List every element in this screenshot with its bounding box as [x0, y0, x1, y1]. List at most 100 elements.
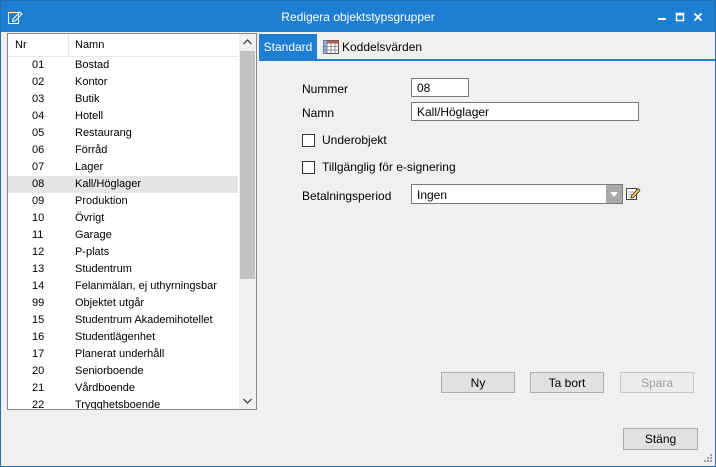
underobjekt-label: Underobjekt — [322, 133, 387, 147]
row-namn: Övrigt — [75, 212, 105, 224]
row-namn: Hotell — [75, 110, 104, 122]
list-row[interactable]: 13 Studentrum — [8, 261, 238, 278]
row-nr: 02 — [32, 76, 45, 88]
list-row[interactable]: 22 Trygghetsboende — [8, 397, 238, 410]
column-header-namn[interactable]: Namn — [75, 39, 104, 51]
list-row[interactable]: 12 P-plats — [8, 244, 238, 261]
list-row[interactable]: 11 Garage — [8, 227, 238, 244]
list-header: Nr Namn — [8, 34, 238, 57]
row-namn: Bostad — [75, 59, 110, 71]
list-row[interactable]: 17 Planerat underhåll — [8, 346, 238, 363]
list-row[interactable]: 21 Vårdboende — [8, 380, 238, 397]
row-nr: 05 — [32, 127, 45, 139]
list-row[interactable]: 10 Övrigt — [8, 210, 238, 227]
checkbox-box[interactable] — [302, 133, 315, 147]
tab-koddelsvarden-label: Koddelsvärden — [342, 39, 423, 54]
row-namn: Seniorboende — [75, 365, 144, 377]
list-row[interactable]: 02 Kontor — [8, 74, 238, 91]
tab-bar: Standard Koddelsvärden — [259, 34, 715, 61]
row-namn: Lager — [75, 161, 104, 173]
maximize-icon[interactable] — [671, 8, 689, 26]
nummer-input[interactable] — [411, 78, 469, 97]
list-row[interactable]: 15 Studentrum Akademihotellet — [8, 312, 238, 329]
column-divider — [68, 34, 69, 56]
row-nr: 21 — [32, 382, 45, 394]
column-header-nr[interactable]: Nr — [15, 39, 27, 51]
row-nr: 08 — [32, 178, 45, 190]
underobjekt-checkbox[interactable]: Underobjekt — [302, 133, 387, 147]
spara-button: Spara — [620, 372, 694, 393]
row-namn: Felanmälan, ej uthyrningsbar — [75, 280, 217, 292]
list-row[interactable]: 99 Objektet utgår — [8, 295, 238, 312]
list-row[interactable]: 07 Lager — [8, 159, 238, 176]
row-namn: Kall/Höglager — [75, 178, 142, 190]
row-nr: 01 — [32, 59, 45, 71]
list-row[interactable]: 20 Seniorboende — [8, 363, 238, 380]
window-title: Redigera objektstypsgrupper — [281, 10, 435, 24]
row-nr: 99 — [32, 297, 45, 309]
stang-button[interactable]: Stäng — [623, 428, 698, 450]
row-nr: 15 — [32, 314, 45, 326]
row-namn: P-plats — [75, 246, 110, 258]
nummer-label: Nummer — [302, 82, 349, 96]
list-row[interactable]: 14 Felanmälan, ej uthyrningsbar — [8, 278, 238, 295]
betalningsperiod-label: Betalningsperiod — [302, 189, 392, 203]
list-rows: 01 Bostad 02 Kontor 03 Butik 04 Hotell 05 Restaur… — [8, 57, 238, 410]
betalningsperiod-select[interactable]: Ingen — [411, 184, 623, 204]
checkbox-box[interactable] — [302, 160, 315, 174]
tab-koddelsvarden[interactable]: Koddelsvärden — [321, 34, 433, 59]
list-row[interactable]: 06 Förråd — [8, 142, 238, 159]
row-nr: 07 — [32, 161, 45, 173]
title-bar[interactable]: Redigera objektstypsgrupper — [1, 1, 715, 32]
table-grid-icon — [323, 39, 339, 54]
row-namn: Restaurang — [75, 127, 132, 139]
row-namn: Planerat underhåll — [75, 348, 165, 360]
row-namn: Garage — [75, 229, 112, 241]
list-row[interactable]: 08 Kall/Höglager — [8, 176, 238, 193]
resize-grip-icon[interactable] — [701, 451, 713, 463]
row-nr: 09 — [32, 195, 45, 207]
row-nr: 06 — [32, 144, 45, 156]
ny-button[interactable]: Ny — [441, 372, 515, 393]
scroll-up-icon[interactable] — [239, 34, 256, 50]
edit-betalningsperiod-icon[interactable] — [625, 185, 641, 201]
chevron-down-icon[interactable] — [606, 185, 622, 203]
list-row[interactable]: 03 Butik — [8, 91, 238, 108]
row-nr: 22 — [32, 399, 45, 410]
row-nr: 16 — [32, 331, 45, 343]
row-nr: 11 — [32, 229, 44, 241]
ta-bort-button[interactable]: Ta bort — [530, 372, 604, 393]
row-nr: 12 — [32, 246, 45, 258]
esignering-checkbox[interactable]: Tillgänglig för e-signering — [302, 160, 456, 174]
list-row[interactable]: 05 Restaurang — [8, 125, 238, 142]
row-namn: Produktion — [75, 195, 128, 207]
list-row[interactable]: 09 Produktion — [8, 193, 238, 210]
namn-label: Namn — [302, 106, 335, 120]
esignering-label: Tillgänglig för e-signering — [322, 160, 456, 174]
row-namn: Studentrum — [75, 263, 132, 275]
row-nr: 17 — [32, 348, 45, 360]
row-nr: 10 — [32, 212, 45, 224]
betalningsperiod-value: Ingen — [417, 188, 448, 202]
row-namn: Vårdboende — [75, 382, 135, 394]
objekttyp-list[interactable]: Nr Namn 01 Bostad 02 Kontor 03 Butik 04 Hotell 0… — [7, 33, 257, 410]
row-namn: Butik — [75, 93, 100, 105]
row-namn: Trygghetsboende — [75, 399, 161, 410]
row-namn: Objektet utgår — [75, 297, 145, 309]
close-icon[interactable] — [689, 8, 707, 26]
list-row[interactable]: 16 Studentlägenhet — [8, 329, 238, 346]
minimize-icon[interactable] — [653, 8, 671, 26]
row-nr: 04 — [32, 110, 45, 122]
tab-standard[interactable]: Standard — [259, 34, 317, 59]
row-nr: 14 — [32, 280, 45, 292]
namn-input[interactable] — [411, 102, 639, 121]
list-row[interactable]: 04 Hotell — [8, 108, 238, 125]
list-row[interactable]: 01 Bostad — [8, 57, 238, 74]
row-nr: 13 — [32, 263, 45, 275]
row-nr: 03 — [32, 93, 45, 105]
vertical-scrollbar[interactable] — [239, 34, 256, 409]
scrollbar-thumb[interactable] — [240, 51, 255, 279]
row-namn: Studentlägenhet — [75, 331, 156, 343]
scroll-down-icon[interactable] — [239, 393, 256, 409]
row-nr: 20 — [32, 365, 45, 377]
